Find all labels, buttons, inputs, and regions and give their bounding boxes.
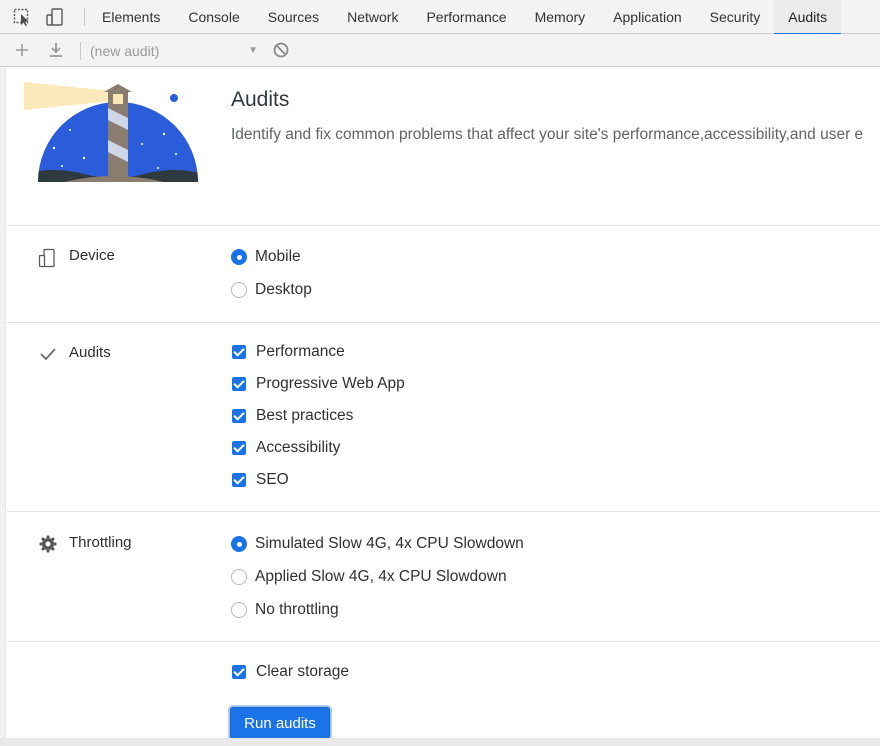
devtools-tabbar: Elements Console Sources Network Perform… [0,0,880,35]
device-option-desktop[interactable]: Desktop [231,280,312,300]
tab-memory[interactable]: Memory [521,0,600,34]
throttling-option-none[interactable]: No throttling [231,600,339,620]
device-option-label: Desktop [255,281,312,298]
audit-option-accessibility[interactable]: Accessibility [231,438,340,458]
tab-audits[interactable]: Audits [774,0,842,35]
tab-elements[interactable]: Elements [88,0,174,34]
download-icon[interactable] [47,41,65,59]
device-icon [38,248,58,268]
audits-toolbar: (new audit) ▼ [0,34,880,67]
panel-left-gutter [0,68,6,746]
tab-console[interactable]: Console [174,0,253,34]
panel-bottom-edge [0,738,880,746]
audit-option-label: Progressive Web App [256,375,405,392]
gear-icon [38,534,58,554]
device-option-mobile[interactable]: Mobile [231,247,301,267]
audit-option-seo[interactable]: SEO [231,470,289,490]
throttling-option-simulated[interactable]: Simulated Slow 4G, 4x CPU Slowdown [231,534,524,554]
audits-section-label: Audits [69,344,111,361]
chevron-down-icon: ▼ [248,45,258,56]
throttling-section-label: Throttling [69,534,132,551]
panel-tabs: Elements Console Sources Network Perform… [88,0,842,35]
audit-option-best-practices[interactable]: Best practices [231,406,353,426]
lighthouse-logo-icon [24,82,198,182]
tabbar-separator [84,8,85,26]
device-toolbar-icon[interactable] [46,8,66,26]
device-section-label: Device [69,247,115,264]
checkbox-clear-storage[interactable] [232,665,246,679]
tab-security[interactable]: Security [696,0,775,34]
radio-applied-throttling[interactable] [231,569,247,585]
audit-select[interactable]: (new audit) ▼ [90,42,258,60]
add-icon[interactable] [13,41,31,59]
toolbar-separator [80,42,81,60]
audit-option-label: Accessibility [256,439,341,456]
audit-option-label: Best practices [256,407,354,424]
checkbox-performance[interactable] [232,345,246,359]
checkbox-seo[interactable] [232,473,246,487]
audit-option-performance[interactable]: Performance [231,342,345,362]
audit-option-pwa[interactable]: Progressive Web App [231,374,405,394]
clear-storage-option[interactable]: Clear storage [231,662,349,682]
clear-storage-label: Clear storage [256,663,350,680]
section-divider [7,511,880,512]
page-subtitle: Identify and fix common problems that af… [231,126,864,143]
radio-mobile[interactable] [231,249,247,265]
radio-desktop[interactable] [231,282,247,298]
tab-performance[interactable]: Performance [412,0,520,34]
radio-simulated-throttling[interactable] [231,536,247,552]
page-title: Audits [231,88,290,111]
device-option-label: Mobile [255,248,301,265]
checkbox-best-practices[interactable] [232,409,246,423]
section-divider [7,225,880,226]
section-divider [7,322,880,323]
run-audits-button[interactable]: Run audits [230,707,330,739]
inspect-element-icon[interactable] [13,8,33,26]
checkbox-pwa[interactable] [232,377,246,391]
throttling-option-label: No throttling [255,601,339,618]
audit-select-value: (new audit) [90,43,160,59]
throttling-option-label: Applied Slow 4G, 4x CPU Slowdown [255,568,507,585]
checkmark-icon [38,344,58,364]
tab-application[interactable]: Application [599,0,696,34]
checkbox-accessibility[interactable] [232,441,246,455]
tab-network[interactable]: Network [333,0,412,34]
audit-option-label: SEO [256,471,289,488]
section-divider [7,641,880,642]
throttling-option-label: Simulated Slow 4G, 4x CPU Slowdown [255,535,524,552]
clear-icon[interactable] [272,41,290,59]
throttling-option-applied[interactable]: Applied Slow 4G, 4x CPU Slowdown [231,567,507,587]
tab-sources[interactable]: Sources [254,0,333,34]
radio-no-throttling[interactable] [231,602,247,618]
audit-option-label: Performance [256,343,345,360]
